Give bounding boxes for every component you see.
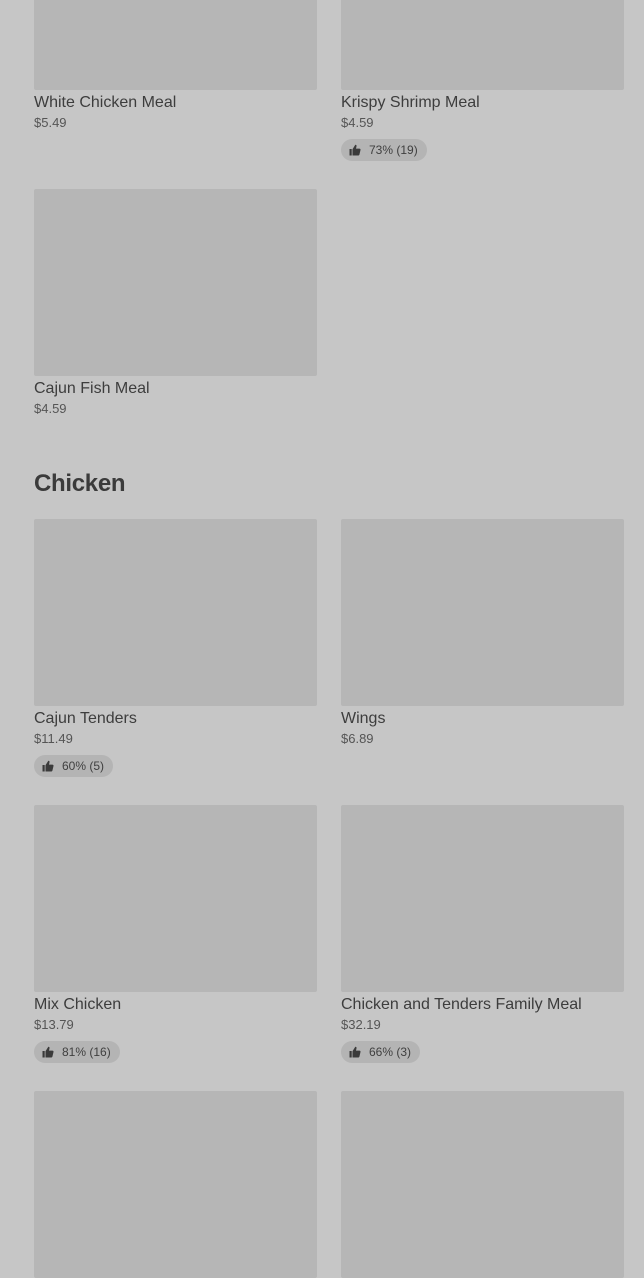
- item-price: $5.49: [34, 115, 67, 130]
- item-image[interactable]: [341, 805, 624, 992]
- item-price: $4.59: [341, 115, 374, 130]
- thumbs-up-icon: [42, 1046, 54, 1058]
- item-name: Wings: [341, 710, 386, 727]
- item-image[interactable]: [34, 189, 317, 376]
- menu-item-card[interactable]: Mix Chicken $13.79 81% (16): [34, 805, 317, 1063]
- menu-item-card[interactable]: Chicken and Tenders Family Meal $32.19 6…: [341, 805, 624, 1063]
- item-price: $13.79: [34, 1017, 74, 1032]
- item-price: $32.19: [341, 1017, 381, 1032]
- item-name: Mix Chicken: [34, 996, 122, 1013]
- item-name: Cajun Tenders: [34, 710, 137, 727]
- thumbs-up-icon: [349, 144, 361, 156]
- item-image[interactable]: [341, 0, 624, 90]
- item-name: Cajun Fish Meal: [34, 380, 150, 397]
- menu-item-card[interactable]: Cajun Tenders $11.49 60% (5): [34, 519, 317, 777]
- item-price: $6.89: [341, 731, 374, 746]
- item-name: Chicken and Tenders Family Meal: [341, 996, 582, 1013]
- item-name: White Chicken Meal: [34, 94, 177, 111]
- rating-text: 60% (5): [62, 759, 105, 773]
- item-image[interactable]: [34, 1091, 317, 1278]
- item-image[interactable]: [34, 0, 317, 90]
- thumbs-up-icon: [349, 1046, 361, 1058]
- menu-item-card[interactable]: Wings $6.89: [341, 519, 624, 747]
- item-price: $11.49: [34, 731, 73, 746]
- section-title: Chicken: [34, 470, 126, 497]
- rating-badge: 66% (3): [341, 1041, 421, 1063]
- item-image[interactable]: [34, 805, 317, 992]
- rating-badge: 73% (19): [341, 139, 427, 161]
- item-image[interactable]: [341, 1091, 624, 1278]
- menu-item-card[interactable]: Cajun Fish Meal $4.59: [34, 189, 317, 417]
- menu-item-card[interactable]: [34, 1091, 317, 1278]
- item-image[interactable]: [341, 519, 624, 706]
- item-price: $4.59: [34, 401, 67, 416]
- rating-text: 81% (16): [62, 1045, 111, 1059]
- menu-item-card[interactable]: Krispy Shrimp Meal $4.59 73% (19): [341, 0, 624, 161]
- item-name: Krispy Shrimp Meal: [341, 94, 480, 111]
- menu-item-card[interactable]: [341, 1091, 624, 1278]
- thumbs-up-icon: [42, 760, 54, 772]
- rating-text: 66% (3): [369, 1045, 412, 1059]
- rating-badge: 81% (16): [34, 1041, 120, 1063]
- rating-text: 73% (19): [369, 143, 418, 157]
- rating-badge: 60% (5): [34, 755, 114, 777]
- menu-item-card[interactable]: White Chicken Meal $5.49: [34, 0, 317, 131]
- item-image[interactable]: [34, 519, 317, 706]
